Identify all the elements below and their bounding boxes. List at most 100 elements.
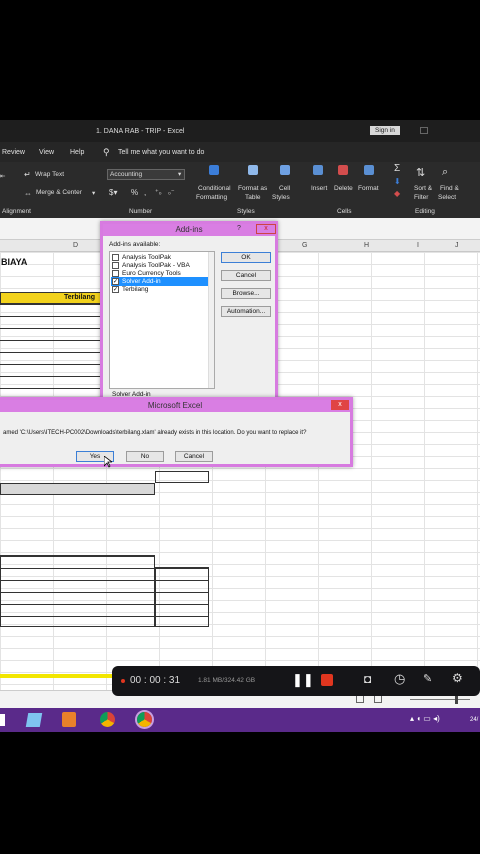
clear-icon[interactable]: ◆ — [394, 189, 400, 198]
format-button[interactable]: Format — [358, 185, 379, 192]
draw-icon[interactable]: ✎ — [423, 672, 432, 685]
fill-icon[interactable]: ⬇ — [394, 177, 401, 186]
close-icon[interactable]: x — [331, 400, 349, 410]
second-table-values[interactable] — [155, 567, 209, 627]
conditional-label[interactable]: Conditional — [198, 185, 231, 192]
select-label[interactable]: Select — [438, 194, 456, 201]
status-highlight — [0, 674, 112, 678]
list-item-label: Analysis ToolPak — [122, 254, 172, 261]
insert-button[interactable]: Insert — [311, 185, 327, 192]
filter-label[interactable]: Filter — [414, 194, 428, 201]
screenshot-icon[interactable]: ◘ — [364, 672, 371, 686]
tab-help[interactable]: Help — [70, 149, 84, 156]
list-scrollbar[interactable] — [208, 252, 214, 388]
ribbon-display-icon[interactable] — [420, 127, 428, 134]
chrome-icon[interactable] — [100, 712, 115, 727]
page-layout-icon[interactable] — [374, 695, 382, 703]
sign-in-button[interactable]: Sign in — [370, 126, 400, 135]
delete-button[interactable]: Delete — [334, 185, 353, 192]
table-label[interactable]: Table — [245, 194, 261, 201]
total-cell[interactable] — [155, 471, 209, 483]
cancel-button[interactable]: Cancel — [221, 270, 271, 281]
autosum-icon[interactable]: Σ — [394, 163, 400, 174]
format-as-label[interactable]: Format as — [238, 185, 267, 192]
browse-button[interactable]: Browse... — [221, 288, 271, 299]
col-h[interactable]: H — [364, 242, 369, 249]
sort-filter-icon: ⇅ — [416, 167, 426, 179]
automation-button[interactable]: Automation... — [221, 306, 271, 317]
currency-icon[interactable]: $▾ — [109, 188, 117, 197]
wrap-text-icon: ↵ — [24, 170, 31, 179]
app-icon-1[interactable] — [25, 713, 43, 727]
checkbox-checked[interactable]: ✓ — [112, 278, 119, 285]
increase-decimal-icon[interactable]: ⁺₀ — [155, 188, 162, 196]
no-button[interactable]: No — [126, 451, 164, 462]
merge-dropdown-icon[interactable]: ▾ — [92, 189, 95, 197]
pause-icon[interactable]: ❚❚ — [292, 672, 314, 688]
tray-icons[interactable]: ▴ ◖ ▭ ◂) — [410, 714, 440, 723]
number-format-select[interactable]: Accounting — [107, 169, 185, 180]
list-item-label: Euro Currency Tools — [122, 270, 181, 277]
zoom-thumb[interactable] — [455, 695, 458, 704]
timer-icon[interactable]: ◷ — [394, 671, 405, 687]
cell-label[interactable]: Cell — [279, 185, 290, 192]
styles-label[interactable]: Styles — [272, 194, 290, 201]
msgbox-cancel-button[interactable]: Cancel — [175, 451, 213, 462]
group-cells: Cells — [337, 208, 352, 215]
tell-me-search[interactable]: Tell me what you want to do — [118, 149, 204, 156]
close-icon[interactable]: x — [256, 224, 276, 234]
number-format-dropdown-icon[interactable]: ▾ — [178, 170, 181, 178]
find-label[interactable]: Find & — [440, 185, 459, 192]
checkbox[interactable] — [112, 262, 119, 269]
lightbulb-icon: ⚲ — [103, 147, 110, 157]
available-label: Add-ins available: — [109, 241, 161, 248]
replace-file-dialog: Microsoft Excel x amed 'C:\Users\ITECH-P… — [0, 397, 353, 467]
group-number: Number — [129, 208, 153, 215]
tab-review[interactable]: Review — [2, 149, 25, 156]
terbilang-table-body[interactable] — [0, 304, 102, 400]
msgbox-title-bar: Microsoft Excel — [0, 400, 350, 412]
col-d[interactable]: D — [73, 242, 78, 249]
format-as-table-icon — [248, 165, 258, 175]
tray-date: 24/ — [470, 717, 479, 723]
normal-view-icon[interactable] — [356, 695, 364, 703]
formatting-label[interactable]: Formatting — [196, 194, 227, 201]
checkbox[interactable] — [112, 254, 119, 261]
checkbox-checked[interactable]: ✓ — [112, 286, 119, 293]
col-g[interactable]: G — [302, 242, 307, 249]
group-editing: Editing — [415, 208, 435, 215]
cursor-icon — [104, 456, 112, 468]
settings-icon[interactable]: ⚙ — [452, 671, 463, 685]
menu-bar: Review View Help ⚲ Tell me what you want… — [0, 142, 480, 162]
recording-dot-icon — [121, 679, 125, 683]
terbilang-header-label: Terbilang — [64, 294, 95, 301]
biaya-heading: BIAYA — [1, 257, 28, 267]
col-j[interactable]: J — [455, 242, 459, 249]
help-icon[interactable]: ? — [237, 225, 241, 232]
taskbar: ▴ ◖ ▭ ◂) 24/ — [0, 708, 480, 732]
total-row[interactable] — [0, 483, 155, 495]
start-icon[interactable] — [0, 714, 5, 726]
zoom-slider[interactable] — [410, 699, 470, 700]
second-table[interactable] — [0, 555, 155, 627]
chrome-active-icon[interactable] — [137, 712, 152, 727]
terbilang-header-cell[interactable]: Terbilang — [0, 292, 102, 304]
media-app-icon[interactable] — [62, 712, 76, 727]
merge-center-button[interactable]: Merge & Center — [36, 189, 82, 196]
sort-label[interactable]: Sort & — [414, 185, 432, 192]
decrease-decimal-icon[interactable]: ₀⁻ — [168, 188, 175, 196]
stop-icon[interactable] — [321, 674, 333, 686]
checkbox[interactable] — [112, 270, 119, 277]
merge-icon: ⇔ — [24, 189, 32, 198]
addins-list[interactable]: Analysis ToolPak Analysis ToolPak - VBA … — [109, 251, 215, 389]
comma-icon[interactable]: , — [144, 188, 146, 197]
insert-icon — [313, 165, 323, 175]
percent-icon[interactable]: % — [131, 188, 138, 197]
align-icon[interactable]: ⇤ — [0, 172, 5, 180]
ok-button[interactable]: OK — [221, 252, 271, 263]
col-i[interactable]: I — [417, 242, 419, 249]
tab-view[interactable]: View — [39, 149, 54, 156]
wrap-text-button[interactable]: Wrap Text — [35, 171, 64, 178]
list-item[interactable]: ✓ Terbilang — [111, 285, 213, 294]
title-bar: 1. DANA RAB - TRIP - Excel Sign in — [0, 120, 480, 142]
